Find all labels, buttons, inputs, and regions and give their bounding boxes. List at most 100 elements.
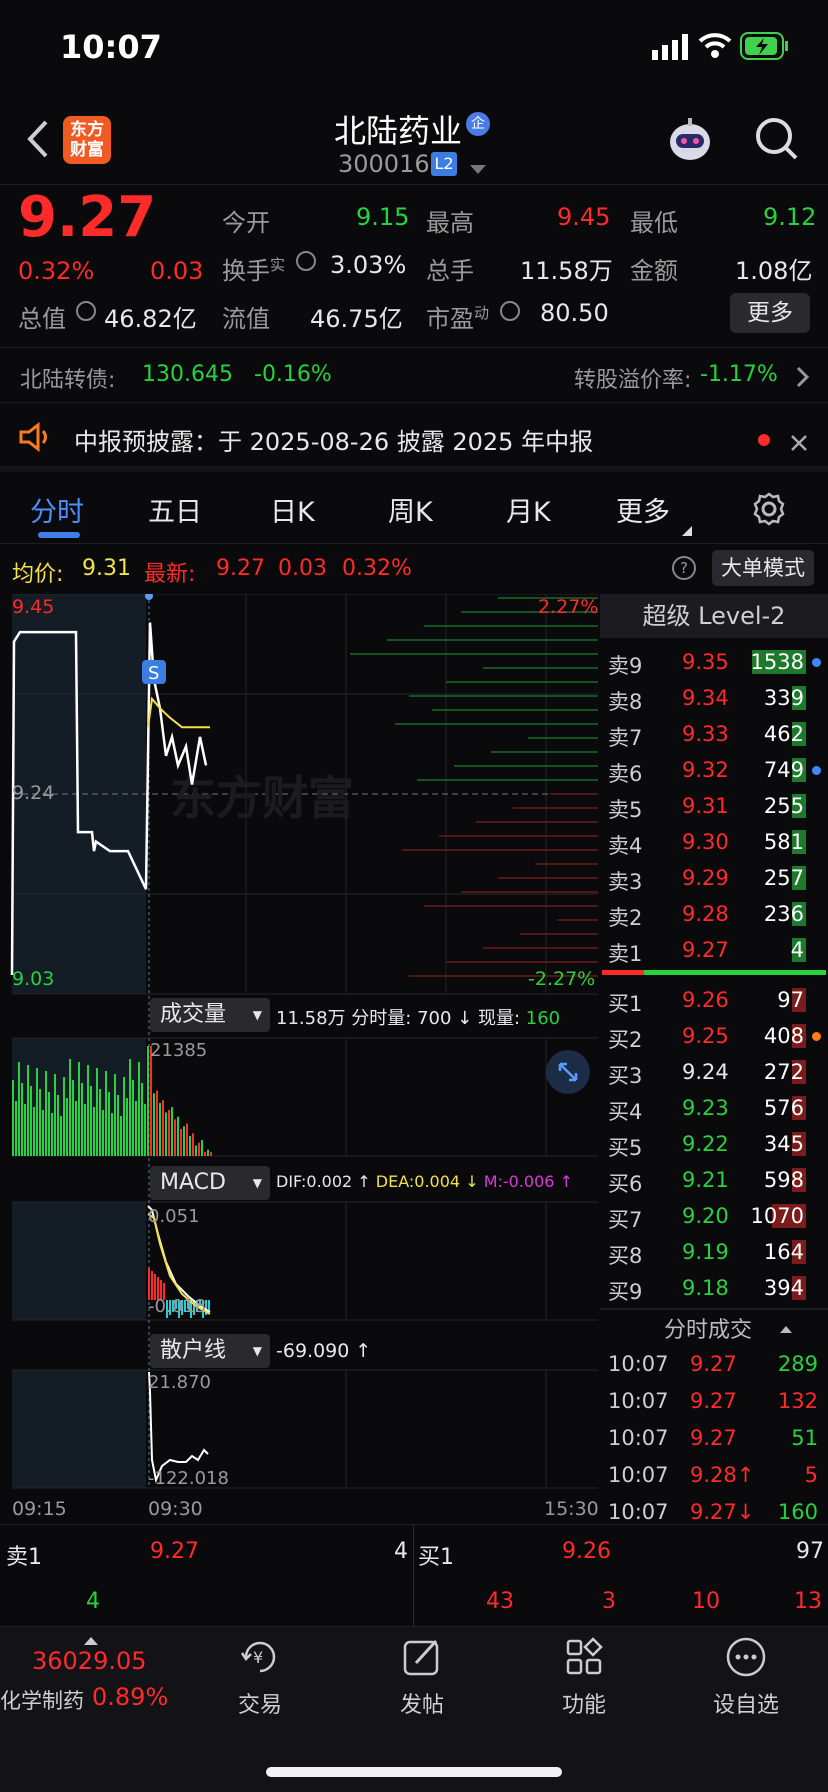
macd-selector[interactable]: MACD ▼ (150, 1166, 270, 1200)
volume-bar (165, 1112, 167, 1156)
ask-row[interactable]: 卖4 9.30 581 (600, 824, 828, 860)
bid-row[interactable]: 买5 9.22 345 (600, 1126, 828, 1162)
volume-bar (96, 1068, 98, 1156)
pe-label-text: 市盈 (426, 305, 474, 333)
tab-week-k[interactable]: 周K (388, 490, 433, 529)
dropdown-icon[interactable] (470, 160, 486, 179)
volume-bar (153, 1093, 155, 1156)
bid-row[interactable]: 买8 9.19 164 (600, 1234, 828, 1270)
tab-post[interactable]: 发帖 (362, 1635, 482, 1719)
volume-bar (198, 1142, 200, 1156)
open-marker-dot (145, 592, 153, 600)
info-icon[interactable] (296, 251, 316, 271)
expand-icon[interactable] (546, 1050, 590, 1094)
tab-more[interactable]: 更多 (616, 490, 670, 529)
bid-row[interactable]: 买1 9.26 97 (600, 982, 828, 1018)
ask-row[interactable]: 卖7 9.33 462 (600, 716, 828, 752)
info-icon[interactable] (76, 301, 96, 321)
bid-price: 9.19 (682, 1240, 729, 1264)
ask-row[interactable]: 卖6 9.32 749 (600, 752, 828, 788)
close-icon[interactable] (790, 430, 808, 458)
tab-add-watchlist[interactable]: 设自选 (686, 1635, 806, 1719)
robot-icon[interactable] (666, 116, 714, 168)
volume-bar (177, 1116, 179, 1156)
bid-row[interactable]: 买4 9.23 576 (600, 1090, 828, 1126)
volume-bar (33, 1107, 35, 1156)
intraday-info-line: 均价: 9.31 最新: 9.27 0.03 0.32% ? 大单模式 (0, 544, 828, 594)
app-logo[interactable]: 东方 财富 (63, 116, 111, 164)
amount-label: 金额 (630, 257, 678, 285)
bid-price: 9.24 (682, 1060, 729, 1084)
intraday-chart-svg: 东方财富 S (10, 592, 598, 1489)
gear-icon[interactable] (752, 492, 786, 533)
bid-row[interactable]: 买3 9.24 272 (600, 1054, 828, 1090)
queue-bid-label: 买1 (418, 1545, 454, 1570)
bid-row[interactable]: 买9 9.18 394 (600, 1270, 828, 1306)
bid-row[interactable]: 买6 9.21 598 (600, 1162, 828, 1198)
ask-row[interactable]: 卖9 9.35 1538 (600, 644, 828, 680)
ask-level-label: 卖7 (608, 726, 643, 750)
time-axis-open: 09:30 (148, 1498, 203, 1520)
edit-icon (400, 1635, 444, 1679)
tab-trade[interactable]: ¥ 交易 (200, 1635, 320, 1719)
more-button[interactable]: 更多 (730, 293, 810, 333)
tab-intraday[interactable]: 分时 (30, 490, 84, 529)
help-icon[interactable]: ? (672, 556, 696, 580)
active-tab-indicator (38, 532, 80, 538)
tab-day-k[interactable]: 日K (270, 490, 315, 529)
ask-row[interactable]: 卖5 9.31 255 (600, 788, 828, 824)
stock-name: 北陆药业 (334, 112, 463, 150)
caret-up-icon[interactable] (780, 1316, 792, 1340)
level-badge[interactable]: L2 (431, 152, 457, 176)
retail-value-text: -69.090 (276, 1340, 350, 1362)
ask-row[interactable]: 卖3 9.29 257 (600, 860, 828, 896)
macd-max-label: 0.051 (148, 1206, 200, 1227)
ask-price: 9.31 (682, 794, 729, 818)
index-percent[interactable]: 0.89% (92, 1683, 168, 1711)
ticks-title[interactable]: 分时成交 (664, 1312, 752, 1344)
tab-five-day[interactable]: 五日 (148, 490, 202, 529)
ask-row[interactable]: 卖8 9.34 339 (600, 680, 828, 716)
back-icon[interactable] (24, 118, 50, 164)
volume-bar (156, 1090, 158, 1156)
high-label: 最高 (426, 209, 474, 237)
notice-banner[interactable]: 中报预披露：于 2025-08-26 披露 2025 年中报 (0, 404, 828, 472)
bid-volume: 164 (763, 1240, 804, 1264)
intraday-chart-area[interactable]: 东方财富 S 9.45 9.24 9.03 2.27% -2.27% 成交量 ▼ … (0, 592, 600, 1524)
ask-row[interactable]: 卖1 9.27 4 (600, 932, 828, 968)
battery-icon (740, 32, 790, 64)
tick-time: 10:07 (608, 1463, 669, 1487)
ask-price: 9.27 (682, 938, 729, 962)
index-value[interactable]: 36029.05 (32, 1647, 147, 1675)
ask-row[interactable]: 卖2 9.28 236 (600, 896, 828, 932)
volume-bar (210, 1152, 212, 1156)
search-icon[interactable] (754, 116, 800, 166)
bid-level-label: 买7 (608, 1208, 643, 1232)
float-label: 流值 (222, 305, 270, 333)
turnover-value: 3.03% (330, 251, 407, 279)
bid-row[interactable]: 买7 9.20 1070 (600, 1198, 828, 1234)
level2-title: 超级 Level-2 (600, 594, 828, 638)
tab-trade-label: 交易 (237, 1693, 282, 1718)
volume-bar (114, 1074, 116, 1156)
volume-bar (144, 1104, 146, 1156)
pe-sup: 动 (474, 304, 490, 322)
tick-volume: 160 (777, 1500, 818, 1524)
bid-row[interactable]: 买2 9.25 408 (600, 1018, 828, 1054)
ask-volume: 236 (763, 902, 804, 926)
convertible-bond-row[interactable]: 北陆转债: 130.645 -0.16% 转股溢价率: -1.17% (0, 347, 828, 403)
big-order-mode-button[interactable]: 大单模式 (712, 550, 814, 586)
status-bar: 10:07 (0, 0, 828, 100)
tab-month-k[interactable]: 月K (506, 490, 551, 529)
tab-functions[interactable]: 功能 (524, 1635, 644, 1719)
pct-low-label: -2.27% (528, 968, 596, 990)
volume-bar (123, 1077, 125, 1156)
last-percent: 0.32% (342, 556, 412, 581)
info-icon[interactable] (500, 301, 520, 321)
retail-max-label: 21.870 (148, 1372, 211, 1393)
index-name[interactable]: 化学制药 (0, 1685, 84, 1715)
volume-bar (48, 1092, 50, 1156)
retail-selector[interactable]: 散户线 ▼ (150, 1334, 270, 1368)
bid-price: 9.22 (682, 1132, 729, 1156)
volume-selector[interactable]: 成交量 ▼ (150, 998, 270, 1032)
